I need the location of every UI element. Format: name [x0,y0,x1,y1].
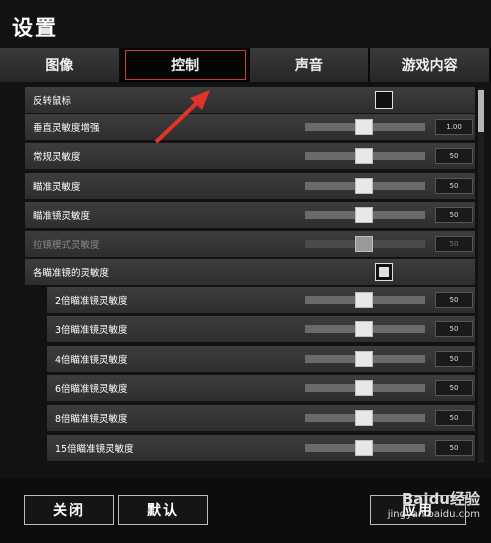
setting-label: 6倍瞄准镜灵敏度 [55,384,128,395]
setting-row: 3倍瞄准镜灵敏度 50 [47,316,475,342]
value-box[interactable]: 1.00 [435,119,473,135]
value-box[interactable]: 50 [435,351,473,367]
sensitivity-slider[interactable] [305,207,425,223]
value-box[interactable]: 50 [435,410,473,426]
slider-handle[interactable] [355,410,373,426]
setting-row: 瞄准镜灵敏度 50 [25,202,475,228]
slider-handle[interactable] [355,380,373,396]
tab-graphics[interactable]: 图像 [0,48,121,82]
page-title: 设置 [12,16,58,40]
setting-row: 垂直灵敏度增强 1.00 [25,114,475,140]
sensitivity-slider[interactable] [305,380,425,396]
setting-label: 反转鼠标 [33,96,72,107]
slider-handle[interactable] [355,207,373,223]
setting-row: 8倍瞄准镜灵敏度 50 [47,405,475,431]
value-box[interactable]: 50 [435,321,473,337]
invert-mouse-checkbox[interactable] [375,91,393,109]
scrollbar-thumb[interactable] [478,90,484,132]
setting-row: 反转鼠标 [25,87,475,113]
setting-label: 拉镜模式灵敏度 [33,240,100,251]
watermark-site: Baidu经验 [401,490,480,508]
setting-label: 15倍瞄准镜灵敏度 [55,444,134,455]
setting-label: 4倍瞄准镜灵敏度 [55,355,128,366]
slider-handle[interactable] [355,440,373,456]
tab-bar: 图像 控制 声音 游戏内容 [0,48,491,82]
value-box: 50 [435,236,473,252]
setting-row: 15倍瞄准镜灵敏度 50 [47,435,475,461]
setting-row: 2倍瞄准镜灵敏度 50 [47,287,475,313]
slider-handle[interactable] [355,148,373,164]
slider-handle[interactable] [355,178,373,194]
setting-row: 各瞄准镜的灵敏度 [25,259,475,285]
sensitivity-slider[interactable] [305,178,425,194]
setting-label: 各瞄准镜的灵敏度 [33,268,110,279]
sensitivity-slider[interactable] [305,440,425,456]
value-box[interactable]: 50 [435,440,473,456]
slider-handle [355,236,373,252]
sensitivity-slider[interactable] [305,148,425,164]
close-button[interactable]: 关闭 [24,495,114,525]
slider-handle[interactable] [355,321,373,337]
setting-label: 3倍瞄准镜灵敏度 [55,325,128,336]
setting-row: 常规灵敏度 50 [25,143,475,169]
annotation-arrow-icon [154,90,210,144]
tab-controls[interactable]: 控制 [124,50,246,80]
slider-handle[interactable] [355,351,373,367]
slider-handle[interactable] [355,119,373,135]
setting-label: 垂直灵敏度增强 [33,123,100,134]
setting-row: 拉镜模式灵敏度 50 [25,231,475,257]
setting-label: 瞄准镜灵敏度 [33,211,91,222]
slider-handle[interactable] [355,292,373,308]
sensitivity-slider[interactable] [305,351,425,367]
tab-gameplay[interactable]: 游戏内容 [370,48,491,82]
value-box[interactable]: 50 [435,292,473,308]
setting-label: 8倍瞄准镜灵敏度 [55,414,128,425]
setting-row: 瞄准灵敏度 50 [25,173,475,199]
value-box[interactable]: 50 [435,178,473,194]
value-box[interactable]: 50 [435,148,473,164]
sensitivity-slider[interactable] [305,292,425,308]
setting-row: 4倍瞄准镜灵敏度 50 [47,346,475,372]
settings-panel: 反转鼠标 垂直灵敏度增强 1.00 常规灵敏度 50 瞄准灵敏度 50 瞄准镜灵… [23,85,475,467]
sensitivity-slider [305,236,425,252]
sensitivity-slider[interactable] [305,321,425,337]
sensitivity-slider[interactable] [305,410,425,426]
setting-label: 常规灵敏度 [33,152,81,163]
value-box[interactable]: 50 [435,207,473,223]
setting-label: 2倍瞄准镜灵敏度 [55,296,128,307]
tab-sound[interactable]: 声音 [249,48,371,82]
sensitivity-slider[interactable] [305,119,425,135]
setting-label: 瞄准灵敏度 [33,182,81,193]
default-button[interactable]: 默认 [118,495,208,525]
value-box[interactable]: 50 [435,380,473,396]
baidu-watermark: Baidu经验 jingyan.baidu.com [366,488,484,528]
per-scope-sensitivity-checkbox[interactable] [375,263,393,281]
setting-row: 6倍瞄准镜灵敏度 50 [47,375,475,401]
watermark-url: jingyan.baidu.com [387,509,480,520]
scrollbar[interactable] [478,88,484,463]
